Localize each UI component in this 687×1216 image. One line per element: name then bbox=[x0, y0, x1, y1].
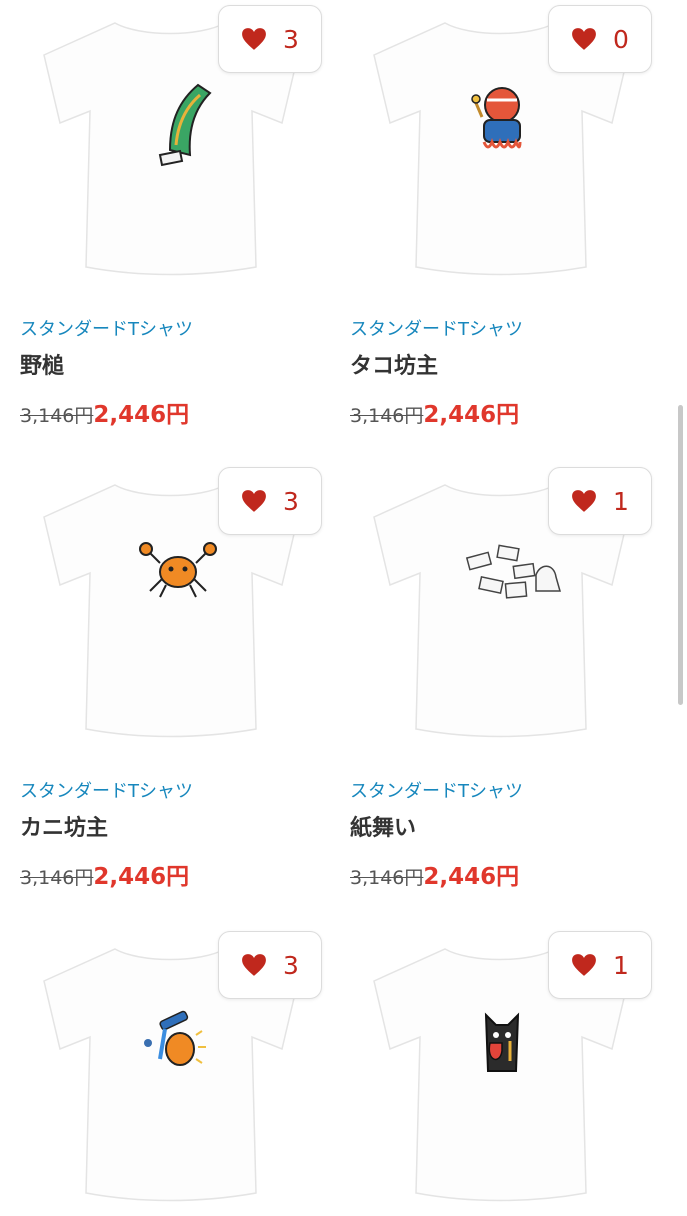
product-card[interactable]: 3 スタンダードTシャツ 野槌 3,146円2,446円 bbox=[20, 5, 322, 428]
like-button[interactable]: 3 bbox=[218, 467, 322, 535]
original-price: 3,146円 bbox=[20, 405, 94, 427]
heart-icon bbox=[572, 954, 596, 976]
product-category[interactable]: スタンダードTシャツ bbox=[350, 315, 523, 341]
like-count: 0 bbox=[613, 24, 629, 54]
product-card[interactable]: 3 スタンダードTシャツ カニ坊主 3,146円2,446円 bbox=[20, 467, 322, 890]
like-button[interactable]: 1 bbox=[548, 931, 652, 999]
like-button[interactable]: 1 bbox=[548, 467, 652, 535]
page-scrollbar[interactable] bbox=[678, 405, 683, 705]
heart-icon bbox=[242, 490, 266, 512]
product-card[interactable]: 0 スタンダードTシャツ タコ坊主 3,146円2,446円 bbox=[350, 5, 652, 428]
product-title[interactable]: カニ坊主 bbox=[20, 810, 108, 842]
product-title[interactable]: 紙舞い bbox=[350, 810, 416, 842]
heart-icon bbox=[242, 954, 266, 976]
like-count: 3 bbox=[283, 24, 299, 54]
sale-price: 2,446円 bbox=[93, 402, 190, 428]
like-button[interactable]: 0 bbox=[548, 5, 652, 73]
heart-icon bbox=[242, 28, 266, 50]
price-row: 3,146円2,446円 bbox=[20, 395, 189, 429]
like-button[interactable]: 3 bbox=[218, 5, 322, 73]
sale-price: 2,446円 bbox=[423, 402, 520, 428]
product-category[interactable]: スタンダードTシャツ bbox=[20, 777, 193, 803]
sale-price: 2,446円 bbox=[423, 864, 520, 890]
like-count: 1 bbox=[613, 486, 629, 516]
price-row: 3,146円2,446円 bbox=[20, 857, 189, 891]
like-count: 1 bbox=[613, 950, 629, 980]
product-category[interactable]: スタンダードTシャツ bbox=[20, 315, 193, 341]
product-card[interactable]: 1 bbox=[350, 931, 652, 1202]
heart-icon bbox=[572, 28, 596, 50]
original-price: 3,146円 bbox=[350, 405, 424, 427]
like-count: 3 bbox=[283, 950, 299, 980]
product-category[interactable]: スタンダードTシャツ bbox=[350, 777, 523, 803]
product-card[interactable]: 3 bbox=[20, 931, 322, 1202]
product-title[interactable]: タコ坊主 bbox=[350, 348, 438, 380]
price-row: 3,146円2,446円 bbox=[350, 395, 519, 429]
heart-icon bbox=[572, 490, 596, 512]
price-row: 3,146円2,446円 bbox=[350, 857, 519, 891]
sale-price: 2,446円 bbox=[93, 864, 190, 890]
original-price: 3,146円 bbox=[20, 867, 94, 889]
product-title[interactable]: 野槌 bbox=[20, 348, 64, 380]
like-count: 3 bbox=[283, 486, 299, 516]
like-button[interactable]: 3 bbox=[218, 931, 322, 999]
product-card[interactable]: 1 スタンダードTシャツ 紙舞い 3,146円2,446円 bbox=[350, 467, 652, 890]
original-price: 3,146円 bbox=[350, 867, 424, 889]
